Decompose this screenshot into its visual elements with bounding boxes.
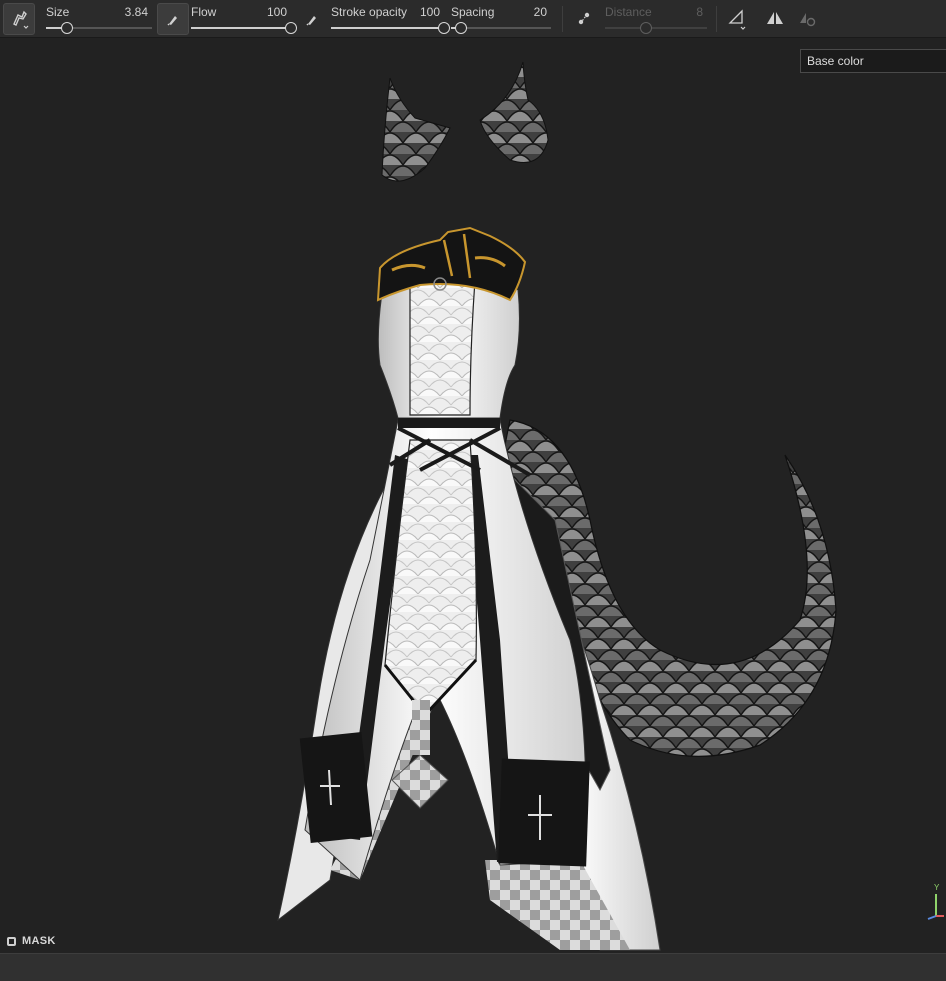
size-handle[interactable] (61, 22, 74, 34)
lazy-mouse-icon (578, 12, 590, 25)
stroke-opacity-label: Stroke opacity (331, 5, 408, 19)
status-bar (0, 953, 946, 981)
distance-label: Distance (605, 5, 652, 19)
stroke-opacity-track[interactable] (331, 22, 450, 34)
channel-dropdown[interactable]: Base color (800, 49, 946, 73)
stroke-opacity-value[interactable]: 100 (420, 5, 440, 19)
toolbar-separator (562, 6, 563, 32)
right-horn (479, 61, 549, 163)
flow-pressure-button[interactable] (157, 3, 189, 35)
pen-pressure-icon (167, 16, 177, 26)
flow-slider[interactable]: Flow 100 (191, 4, 297, 36)
spacing-handle[interactable] (455, 22, 467, 34)
distance-track[interactable] (605, 22, 707, 34)
3d-viewport[interactable] (0, 39, 946, 953)
size-slider[interactable]: Size 3.84 (46, 4, 152, 36)
distance-value[interactable]: 8 (696, 5, 703, 19)
symmetry-settings-button[interactable] (791, 3, 823, 35)
toolbar-separator (716, 6, 717, 32)
flow-label: Flow (191, 5, 217, 19)
flow-track[interactable] (191, 22, 297, 34)
axis-gizmo-icon: Y (927, 883, 944, 920)
symmetry-icon (767, 12, 783, 24)
spacing-track[interactable] (451, 22, 551, 34)
size-track[interactable] (46, 22, 152, 34)
stroke-pressure-button[interactable] (296, 3, 328, 35)
flow-value[interactable]: 100 (267, 5, 287, 19)
tool-preset-button[interactable] (3, 3, 35, 35)
spacing-label: Spacing (451, 5, 495, 19)
size-label: Size (46, 5, 70, 19)
gizmo-y-label: Y (934, 883, 940, 892)
left-horn (381, 77, 451, 182)
symmetry-settings-icon (800, 13, 816, 27)
toolbar: Size 3.84 Flow 100 Stroke opacity 100 Sp… (0, 0, 946, 38)
mask-label: MASK (22, 935, 56, 947)
size-value[interactable]: 3.84 (125, 5, 148, 19)
brush-tool-icon (13, 10, 29, 29)
alignment-button[interactable] (722, 3, 754, 35)
stroke-opacity-handle[interactable] (438, 22, 450, 34)
spacing-slider[interactable]: Spacing 20 (451, 4, 551, 36)
lazy-mouse-button[interactable] (568, 3, 600, 35)
alignment-icon (728, 9, 746, 30)
mask-checkbox[interactable] (7, 936, 16, 946)
spacing-value[interactable]: 20 (534, 5, 547, 19)
dress-model[interactable] (0, 39, 946, 953)
symmetry-button[interactable] (759, 3, 791, 35)
mask-toggle[interactable]: MASK (7, 934, 56, 948)
pen-pressure-icon (306, 16, 316, 26)
distance-slider[interactable]: Distance 8 (605, 4, 707, 36)
distance-handle[interactable] (639, 22, 652, 34)
stroke-opacity-slider[interactable]: Stroke opacity 100 (331, 4, 450, 36)
